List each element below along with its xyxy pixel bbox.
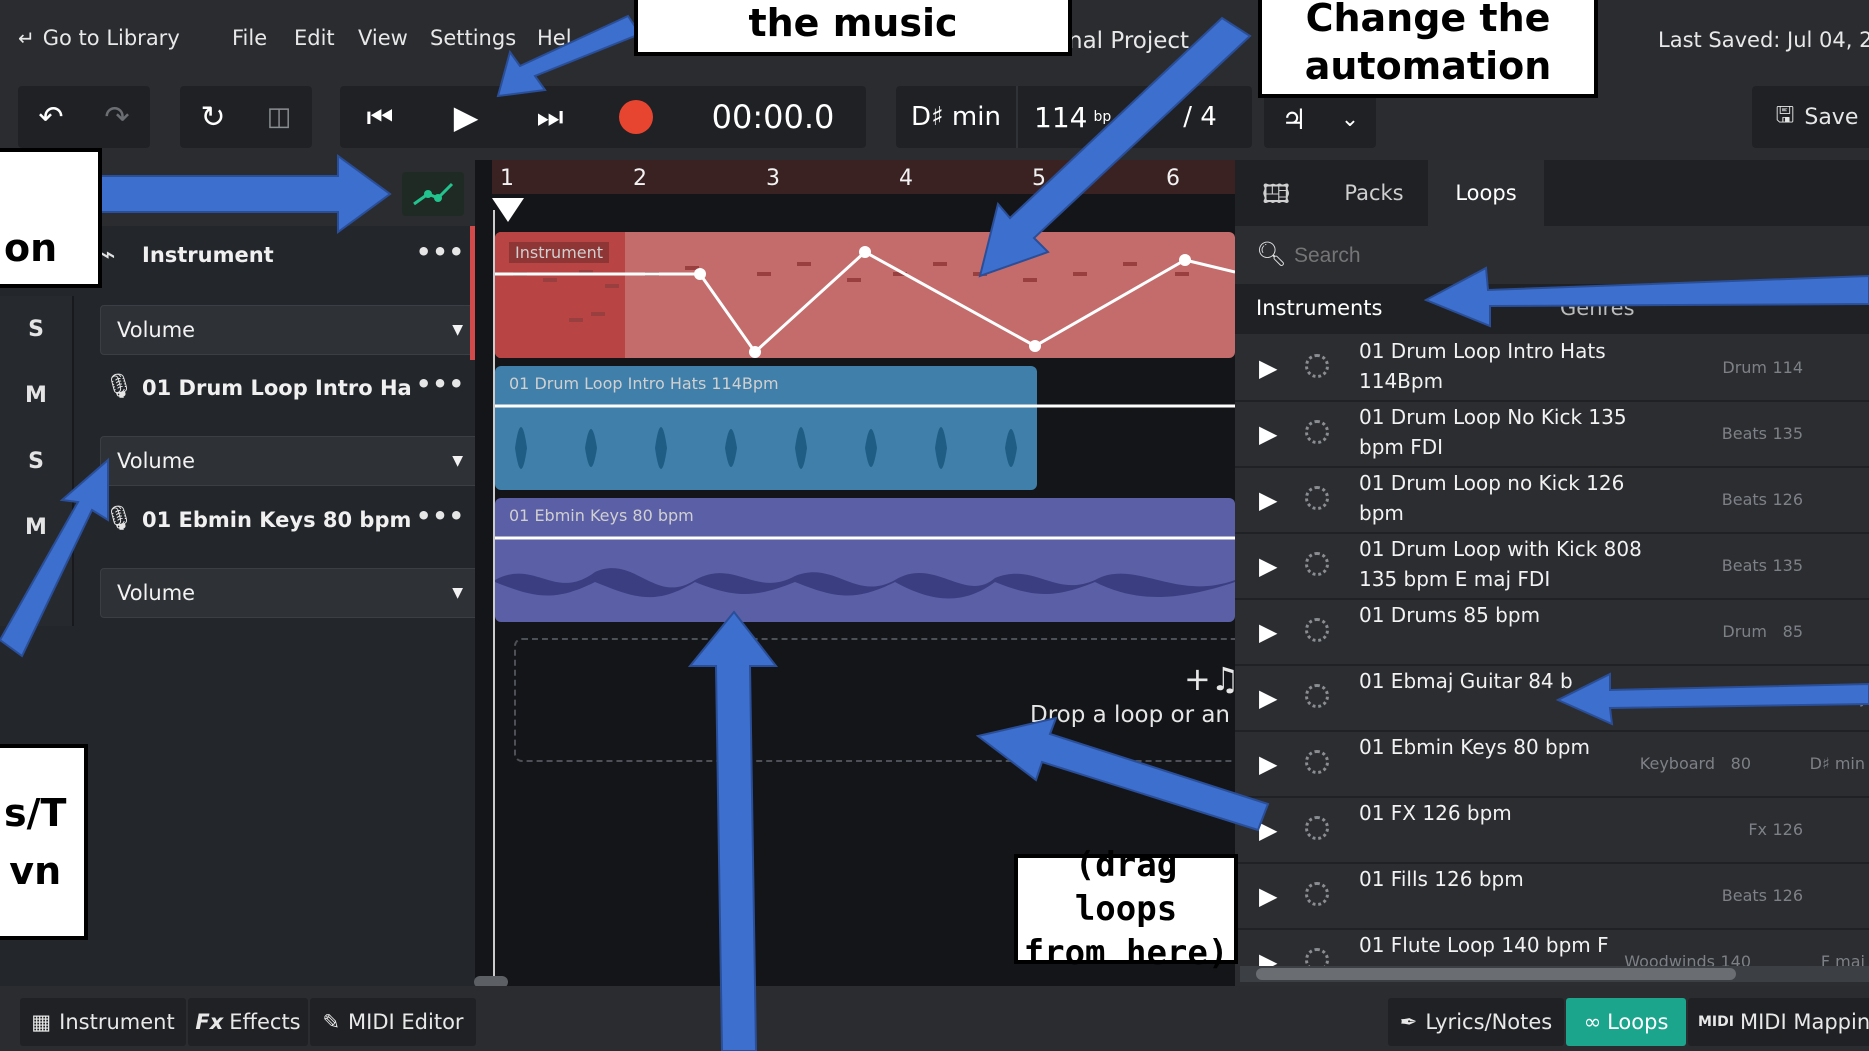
annotation-left-top: on bbox=[0, 148, 102, 288]
annotation-left-bottom: s/T vn bbox=[0, 744, 88, 940]
annotation-automation: Change the automation bbox=[1258, 0, 1598, 98]
annotation-music: the music bbox=[634, 0, 1072, 56]
annotation-arrows bbox=[0, 14, 1869, 1051]
annotation-drag: (drag loops from here) bbox=[1014, 845, 1238, 973]
